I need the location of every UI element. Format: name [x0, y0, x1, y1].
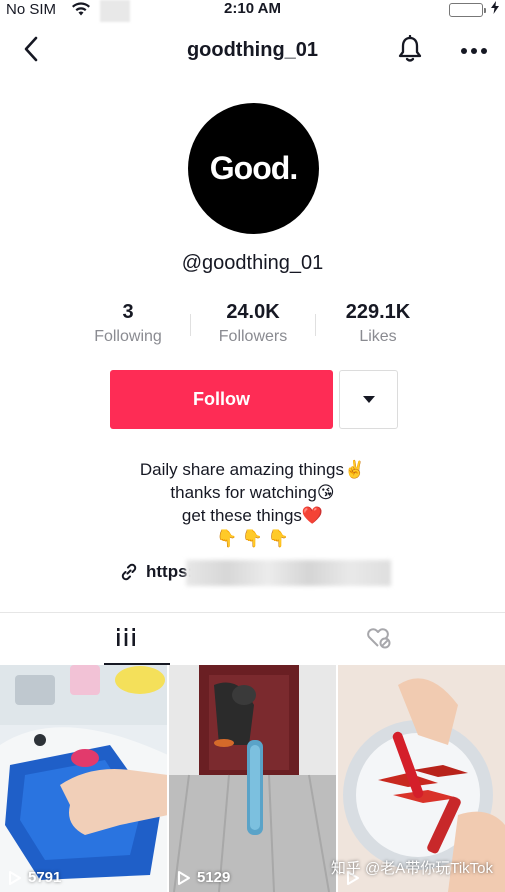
grid-icon — [115, 627, 138, 652]
stat-value: 24.0K — [226, 301, 280, 323]
charging-icon — [491, 1, 499, 17]
liked-hidden-icon — [365, 625, 393, 654]
battery-icon — [449, 3, 486, 17]
tab-liked[interactable] — [253, 613, 505, 665]
notifications-button[interactable] — [393, 34, 427, 68]
video-thumbnail-image — [0, 665, 167, 892]
video-thumbnail[interactable]: 5129 — [169, 665, 336, 892]
suggested-accounts-button[interactable] — [339, 370, 398, 429]
view-count-value: 5129 — [197, 869, 231, 886]
username-handle: @goodthing_01 — [181, 252, 324, 274]
avatar[interactable]: Good. — [188, 103, 319, 234]
stat-label: Followers — [218, 328, 288, 345]
stat-value: 3 — [122, 301, 134, 323]
stat-label: Likes — [359, 328, 397, 345]
profile-tabs — [0, 613, 505, 665]
stat-following[interactable]: 3 Following — [66, 300, 190, 352]
stat-value: 229.1K — [345, 301, 411, 323]
more-options-button[interactable] — [457, 34, 491, 68]
follow-button[interactable]: Follow — [110, 370, 333, 429]
status-time: 2:10 AM — [224, 0, 281, 17]
bio-line: Daily share amazing things✌️ — [139, 460, 366, 479]
caret-down-icon — [362, 396, 375, 403]
link-icon — [120, 563, 138, 581]
redacted-link — [186, 560, 391, 586]
bio-line: get these things❤️ — [181, 506, 324, 525]
view-count: 5791 — [8, 869, 61, 886]
view-count-value: 5791 — [28, 869, 62, 886]
bell-icon — [397, 34, 423, 68]
play-icon — [178, 870, 190, 885]
bio-line: 👇 👇 👇 — [216, 529, 289, 548]
profile-bio: Daily share amazing things✌️ thanks for … — [0, 458, 505, 550]
tab-videos[interactable] — [0, 613, 253, 665]
profile-header: goodthing_01 — [0, 26, 505, 76]
stat-likes[interactable]: 229.1K Likes — [316, 300, 440, 352]
watermark-text: 知乎 @老A带你玩TikTok — [330, 860, 493, 877]
status-bar: No SIM 2:10 AM — [0, 0, 505, 22]
more-dots-icon — [460, 42, 488, 60]
stat-label: Following — [94, 328, 162, 345]
play-icon — [9, 870, 21, 885]
video-thumbnail-image — [169, 665, 336, 892]
bio-link[interactable]: https: — [120, 560, 391, 586]
view-count: 5129 — [177, 869, 230, 886]
video-thumbnail[interactable]: 5791 — [0, 665, 167, 892]
profile-stats: 3 Following 24.0K Followers 229.1K Likes — [66, 300, 440, 352]
page-title: goodthing_01 — [186, 39, 319, 61]
avatar-logo-text: Good. — [209, 150, 298, 186]
bio-line: thanks for watching😘 — [170, 483, 335, 502]
stat-followers[interactable]: 24.0K Followers — [191, 300, 315, 352]
